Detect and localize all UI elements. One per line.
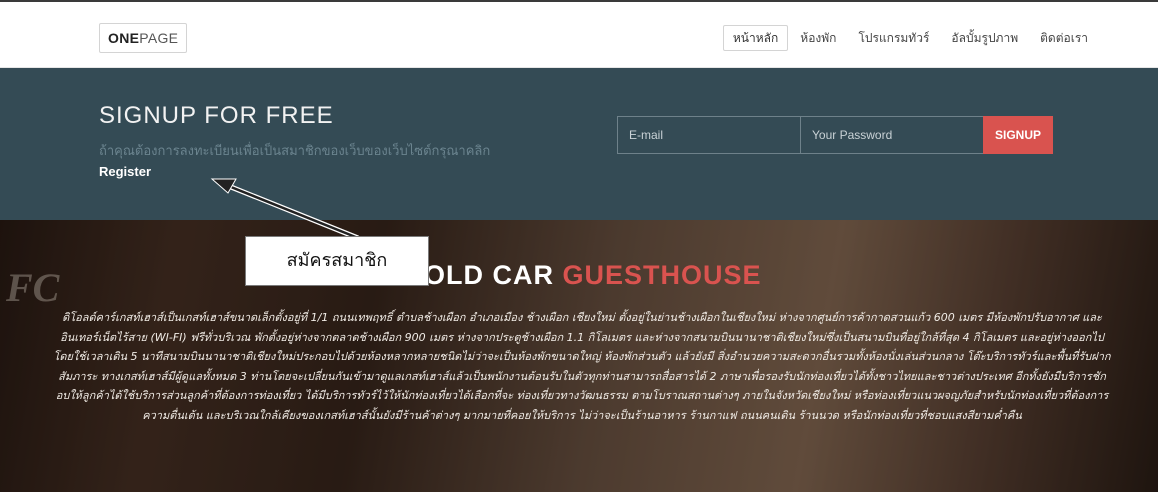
hero-description: ดิโอลด์คาร์เกสท์เฮาส์เป็นเกสท์เฮาส์ขนาดเ…	[53, 311, 1111, 422]
nav-item-home[interactable]: หน้าหลัก	[722, 25, 789, 51]
nav-item-contact[interactable]: ติดต่อเรา	[1030, 25, 1098, 51]
signup-button[interactable]: SIGNUP	[983, 116, 1053, 154]
hero-title-accent: GUESTHOUSE	[562, 260, 762, 290]
navbar: ONEPAGE หน้าหลัก ห้องพัก โปรแกรมทัวร์ อั…	[0, 0, 1158, 68]
signup-title: SIGNUP FOR FREE	[99, 102, 334, 129]
annotation-callout: สมัครสมาชิก	[245, 236, 429, 286]
email-field[interactable]	[617, 116, 800, 154]
main-nav: หน้าหลัก ห้องพัก โปรแกรมทัวร์ อัลบั้มรูป…	[721, 25, 1098, 51]
nav-item-photo-album[interactable]: อัลบั้มรูปภาพ	[941, 25, 1028, 51]
brand-light: PAGE	[139, 30, 179, 46]
register-link[interactable]: Register	[99, 164, 151, 179]
nav-item-rooms[interactable]: ห้องพัก	[790, 25, 846, 51]
hero-section: FC E OLD CAR GUESTHOUSE ดิโอลด์คาร์เกสท์…	[0, 220, 1158, 492]
hero-title: E OLD CAR GUESTHOUSE	[0, 260, 1158, 291]
signup-subtitle: ถ้าคุณต้องการลงทะเบียนเพื่อเป็นสมาชิกของ…	[99, 142, 539, 183]
signup-form: SIGNUP	[617, 116, 1053, 154]
nav-item-tour-program[interactable]: โปรแกรมทัวร์	[848, 25, 939, 51]
password-field[interactable]	[800, 116, 983, 154]
brand-bold: ONE	[108, 30, 140, 46]
brand-logo[interactable]: ONEPAGE	[99, 23, 188, 53]
signup-subtitle-text: ถ้าคุณต้องการลงทะเบียนเพื่อเป็นสมาชิกของ…	[99, 144, 491, 159]
signup-section: SIGNUP FOR FREE ถ้าคุณต้องการลงทะเบียนเพ…	[0, 68, 1158, 220]
